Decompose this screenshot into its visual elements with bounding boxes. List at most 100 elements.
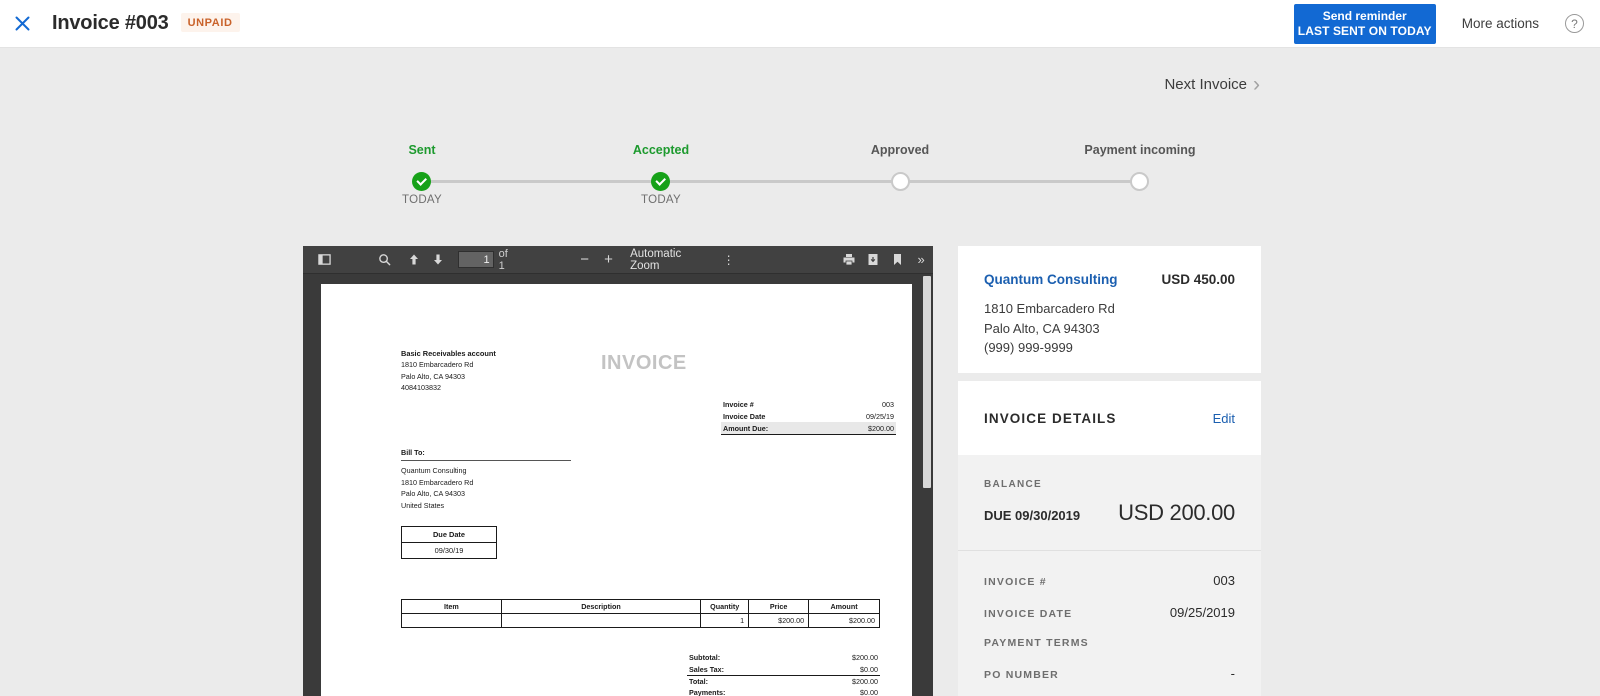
doc-totals: Subtotal: $200.00 Sales Tax: $0.00 Total… <box>687 652 880 696</box>
tracker-step-label: Accepted <box>581 143 741 157</box>
detail-value: 003 <box>1213 573 1235 588</box>
cell-quantity: 1 <box>701 614 749 628</box>
doc-due-date-value: 09/30/19 <box>402 543 496 558</box>
pdf-scrollbar[interactable] <box>921 274 933 696</box>
doc-from-city: Palo Alto, CA 94303 <box>401 372 465 381</box>
doc-meta-row-amount-due: Amount Due: $200.00 <box>721 422 896 435</box>
doc-due-date-heading: Due Date <box>402 527 496 543</box>
col-price: Price <box>749 600 809 614</box>
detail-row-invoice-date: INVOICE DATE 09/25/2019 <box>984 605 1235 620</box>
total-label: Subtotal: <box>689 653 720 662</box>
doc-due-date-box: Due Date 09/30/19 <box>401 526 497 559</box>
arrow-down-icon[interactable] <box>426 248 450 272</box>
doc-from-address: Basic Receivables account 1810 Embarcade… <box>401 348 496 393</box>
cell-item <box>402 614 502 628</box>
doc-bill-to-country: United States <box>401 501 444 510</box>
col-amount: Amount <box>809 600 880 614</box>
invoice-status-tracker: Sent TODAY Accepted TODAY Approved Payme… <box>340 143 1240 223</box>
help-icon[interactable]: ? <box>1565 14 1584 33</box>
doc-bill-to-name: Quantum Consulting <box>401 466 467 475</box>
doc-bill-to-heading: Bill To: <box>401 447 571 461</box>
next-invoice-label: Next Invoice <box>1164 76 1247 93</box>
close-icon[interactable] <box>8 10 36 38</box>
detail-row-invoice-number: INVOICE # 003 <box>984 573 1235 588</box>
download-icon[interactable] <box>861 248 885 272</box>
detail-value: - <box>1231 666 1235 681</box>
edit-invoice-details-link[interactable]: Edit <box>1213 411 1235 426</box>
zoom-out-button[interactable]: − <box>573 248 597 272</box>
detail-label: INVOICE # <box>984 576 1047 588</box>
pdf-toolbar: of 1 − + Automatic Zoom ⋮ » <box>303 246 933 274</box>
table-header-row: Item Description Quantity Price Amount <box>402 600 880 614</box>
total-row-total: Total: $200.00 <box>687 675 880 687</box>
tracker-step-label: Payment incoming <box>1060 143 1220 157</box>
table-row: 1 $200.00 $200.00 <box>402 614 880 628</box>
doc-meta-value: $200.00 <box>868 424 894 433</box>
col-item: Item <box>402 600 502 614</box>
top-bar-actions: Send reminder LAST SENT ON TODAY More ac… <box>1294 0 1600 48</box>
detail-row-payment-terms: PAYMENT TERMS <box>984 637 1235 649</box>
zoom-options-icon[interactable]: ⋮ <box>717 248 741 272</box>
detail-row-po-number: PO NUMBER - <box>984 666 1235 681</box>
search-icon[interactable] <box>373 248 397 272</box>
invoice-details-title: INVOICE DETAILS <box>984 411 1117 426</box>
tracker-dot-approved[interactable] <box>891 172 910 191</box>
total-value: $200.00 <box>852 653 878 662</box>
doc-meta-label: Amount Due: <box>723 424 768 433</box>
customer-total-amount: USD 450.00 <box>1161 272 1235 287</box>
total-row-payments: Payments: $0.00 <box>687 687 880 696</box>
top-bar: Invoice #003 UNPAID Send reminder LAST S… <box>0 0 1600 48</box>
arrow-up-icon[interactable] <box>402 248 426 272</box>
balance-amount: USD 200.00 <box>1118 500 1235 526</box>
customer-panel: Quantum Consulting USD 450.00 1810 Embar… <box>958 246 1261 373</box>
zoom-level-select[interactable]: Automatic Zoom <box>630 248 707 272</box>
more-actions-button[interactable]: More actions <box>1462 16 1539 31</box>
status-badge: UNPAID <box>181 13 240 32</box>
customer-address: 1810 Embarcadero Rd Palo Alto, CA 94303 … <box>984 299 1235 358</box>
send-reminder-button[interactable]: Send reminder LAST SENT ON TODAY <box>1294 4 1436 44</box>
tracker-step-label: Approved <box>820 143 980 157</box>
total-row-subtotal: Subtotal: $200.00 <box>687 652 880 663</box>
tracker-line <box>422 180 1140 183</box>
page-title: Invoice #003 <box>52 12 169 35</box>
balance-due-date: DUE 09/30/2019 <box>984 508 1080 523</box>
pdf-scrollbar-thumb[interactable] <box>923 276 931 488</box>
next-invoice-link[interactable]: Next Invoice › <box>1164 74 1260 95</box>
tracker-step-date: TODAY <box>581 194 741 206</box>
page-number-input[interactable] <box>458 251 494 268</box>
doc-from-phone: 4084103832 <box>401 383 441 392</box>
doc-from-street: 1810 Embarcadero Rd <box>401 360 473 369</box>
customer-name-link[interactable]: Quantum Consulting <box>984 272 1117 287</box>
detail-value: 09/25/2019 <box>1170 605 1235 620</box>
doc-meta-value: 003 <box>882 400 894 409</box>
tracker-dot-sent[interactable] <box>412 172 431 191</box>
doc-heading: INVOICE <box>601 352 687 375</box>
detail-label: INVOICE DATE <box>984 608 1072 620</box>
doc-bill-to-street: 1810 Embarcadero Rd <box>401 478 473 487</box>
zoom-in-button[interactable]: + <box>597 248 621 272</box>
bookmark-icon[interactable] <box>885 248 909 272</box>
tracker-step-label: Sent <box>342 143 502 157</box>
cell-amount: $200.00 <box>809 614 880 628</box>
send-reminder-label: Send reminder <box>1323 9 1407 24</box>
pdf-body[interactable]: Basic Receivables account 1810 Embarcade… <box>303 274 933 696</box>
sidebar-toggle-icon[interactable] <box>312 248 336 272</box>
invoice-details-panel: INVOICE DETAILS Edit BALANCE DUE 09/30/2… <box>958 381 1261 696</box>
chevron-right-icon: › <box>1253 74 1260 95</box>
tracker-dot-accepted[interactable] <box>651 172 670 191</box>
doc-bill-to: Bill To: Quantum Consulting 1810 Embarca… <box>401 447 571 511</box>
balance-section: BALANCE DUE 09/30/2019 USD 200.00 <box>958 455 1261 526</box>
detail-label: PAYMENT TERMS <box>984 637 1089 649</box>
tracker-dot-payment-incoming[interactable] <box>1130 172 1149 191</box>
invoice-details-rows: INVOICE # 003 INVOICE DATE 09/25/2019 PA… <box>958 573 1261 681</box>
print-icon[interactable] <box>837 248 861 272</box>
balance-row: DUE 09/30/2019 USD 200.00 <box>984 500 1235 526</box>
total-row-sales-tax: Sales Tax: $0.00 <box>687 663 880 674</box>
page-count-label: of 1 <box>499 248 516 272</box>
balance-label: BALANCE <box>984 479 1235 490</box>
col-quantity: Quantity <box>701 600 749 614</box>
doc-meta-row: Invoice Date 09/25/19 <box>721 410 896 422</box>
more-tools-icon[interactable]: » <box>909 248 933 272</box>
tracker-step-date: TODAY <box>342 194 502 206</box>
customer-phone: (999) 999-9999 <box>984 338 1235 358</box>
